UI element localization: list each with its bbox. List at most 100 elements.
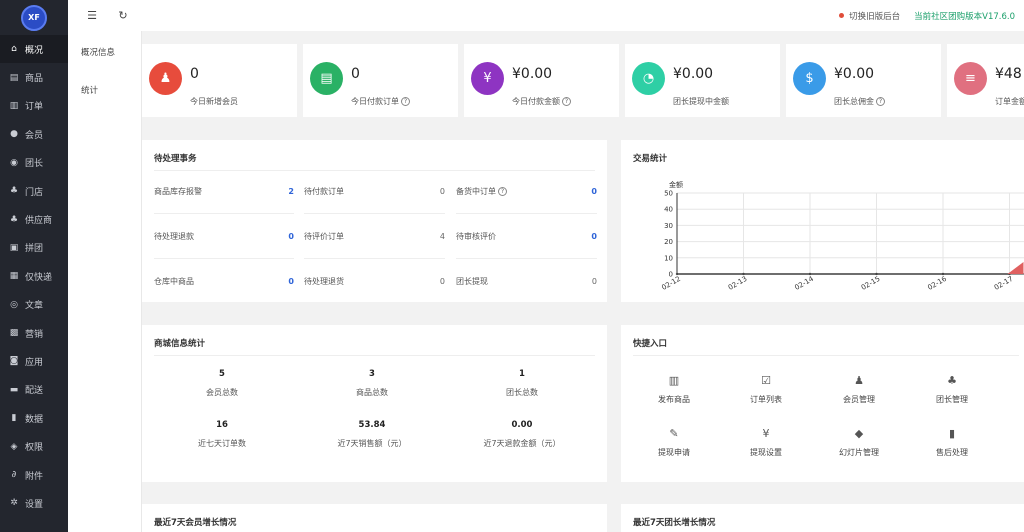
divider: [304, 213, 445, 214]
sidebar-item[interactable]: ♣ 门店: [0, 177, 68, 205]
sidebar-item[interactable]: ⌂ 概况: [0, 35, 68, 64]
attachment-icon: ∂: [11, 470, 17, 481]
refresh-icon[interactable]: ↻: [116, 9, 130, 23]
quick-entry-label: 订单列表: [750, 395, 782, 404]
divider: [154, 355, 595, 356]
stat-card[interactable]: ▤ 0 今日付款订单?: [303, 44, 458, 117]
mall-stats-title: 商城信息统计: [154, 339, 206, 349]
divider: [633, 355, 1019, 356]
help-icon[interactable]: ?: [498, 186, 507, 196]
sidebar-item-label: 数据: [25, 414, 44, 425]
quick-entry[interactable]: ◆ 幻灯片管理: [814, 425, 904, 458]
todo-item[interactable]: 团长提现 0: [456, 271, 597, 291]
switch-old-version-link[interactable]: 切换旧版后台: [849, 10, 900, 22]
todo-item[interactable]: 商品库存报警 2: [154, 181, 294, 201]
y-axis-label: 金额: [669, 180, 683, 189]
mall-stat-value: 3: [369, 369, 375, 379]
quick-entry-label: 幻灯片管理: [839, 448, 879, 457]
mall-stat: 3 商品总数: [297, 369, 447, 398]
todo-count[interactable]: 0: [440, 277, 445, 286]
help-icon[interactable]: ?: [401, 97, 410, 106]
quick-entry[interactable]: ▥ 发布商品: [629, 372, 719, 405]
quick-entry[interactable]: ♟ 会员管理: [814, 372, 904, 405]
sidebar-item-label: 供应商: [25, 216, 53, 227]
logo[interactable]: XF: [0, 0, 68, 35]
app-icon: ◙: [9, 356, 19, 367]
sidebar-item[interactable]: ▮ 数据: [0, 404, 68, 432]
list-icon: ≡: [954, 62, 987, 95]
quick-entry[interactable]: ☑ 订单列表: [721, 372, 811, 405]
todo-count[interactable]: 4: [440, 232, 445, 241]
mall-stat-label: 近七天订单数: [198, 439, 246, 448]
mall-stat-value: 1: [519, 369, 525, 379]
todo-item[interactable]: 待处理退款 0: [154, 226, 294, 246]
todo-title: 待处理事务: [154, 154, 197, 164]
divider: [154, 258, 294, 259]
main-content: ♟ 0 今日新增会员 ▤ 0 今日付款订单? ¥ ¥0.00 今日付款金额? ◔ ¥0.00 团长提现…: [142, 31, 1024, 532]
todo-count[interactable]: 0: [288, 232, 294, 241]
y-tick-label: 10: [664, 254, 673, 262]
stat-value: ¥0.00: [512, 66, 553, 82]
help-icon[interactable]: ?: [562, 97, 571, 106]
quick-entry[interactable]: ✎ 提现申请: [629, 425, 719, 458]
sidebar: XF ⌂ 概况 ▤ 商品 ▥ 订单 ● 会员 ◉ 团长 ♣ 门店 ♣ 供应商 ▣ 拼团 ▦ 仅快递 ◎ 文章 ▩ 营销 ◙ 应…: [0, 0, 68, 532]
stat-label: 团长提现中金额: [673, 96, 729, 107]
settings-icon: ✲: [10, 498, 18, 509]
subnav: 概况信息 统计: [68, 0, 142, 532]
sidebar-item[interactable]: ▩ 营销: [0, 319, 68, 347]
stat-card[interactable]: $ ¥0.00 团长总佣金?: [786, 44, 941, 117]
sidebar-item[interactable]: ● 会员: [0, 120, 68, 148]
mall-stat-value: 5: [219, 369, 225, 379]
sidebar-item[interactable]: ▥ 订单: [0, 92, 68, 120]
quick-entry[interactable]: ¥ 提现设置: [721, 425, 811, 458]
stat-card[interactable]: ≡ ¥48 订单金额: [947, 44, 1024, 117]
sidebar-item[interactable]: ◈ 权限: [0, 432, 68, 460]
subnav-item-overview[interactable]: 概况信息: [68, 33, 141, 71]
todo-count[interactable]: 0: [440, 187, 445, 196]
sidebar-item-label: 配送: [25, 386, 44, 397]
sidebar-item[interactable]: ▬ 配送: [0, 376, 68, 404]
sidebar-item[interactable]: ∂ 附件: [0, 461, 68, 489]
quick-entry[interactable]: ♣ 团长管理: [907, 372, 997, 405]
menu-toggle-icon[interactable]: ☰: [85, 9, 99, 23]
stat-label: 团长总佣金?: [834, 96, 885, 107]
todo-item[interactable]: 仓库中商品 0: [154, 271, 294, 291]
stat-card[interactable]: ♟ 0 今日新增会员: [142, 44, 297, 117]
sidebar-item[interactable]: ▦ 仅快递: [0, 262, 68, 290]
sidebar-item[interactable]: ▤ 商品: [0, 63, 68, 91]
quick-entry-title: 快捷入口: [633, 339, 668, 349]
stat-card[interactable]: ¥ ¥0.00 今日付款金额?: [464, 44, 619, 117]
leader-growth-panel: 最近7天团长增长情况: [621, 504, 1024, 532]
todo-item[interactable]: 备货中订单? 0: [456, 181, 597, 201]
todo-item[interactable]: 待付款订单 0: [304, 181, 445, 201]
todo-count[interactable]: 0: [592, 277, 597, 286]
sidebar-item-label: 会员: [25, 130, 44, 141]
todo-item[interactable]: 待审核评价 0: [456, 226, 597, 246]
stat-label-text: 团长总佣金: [834, 97, 874, 106]
subnav-item-stats[interactable]: 统计: [68, 71, 141, 109]
sidebar-item[interactable]: ♣ 供应商: [0, 205, 68, 233]
sidebar-item[interactable]: ✲ 设置: [0, 489, 68, 517]
help-icon[interactable]: ?: [876, 97, 885, 106]
users-icon: ♟: [854, 373, 864, 387]
divider: [456, 213, 597, 214]
stat-card[interactable]: ◔ ¥0.00 团长提现中金额: [625, 44, 780, 117]
stat-value: 0: [351, 66, 360, 82]
sidebar-item[interactable]: ◎ 文章: [0, 291, 68, 319]
sidebar-item-label: 门店: [25, 187, 44, 198]
todo-count[interactable]: 2: [288, 187, 294, 196]
todo-count[interactable]: 0: [591, 187, 597, 196]
todo-count[interactable]: 0: [288, 277, 294, 286]
todo-item[interactable]: 待评价订单 4: [304, 226, 445, 246]
sidebar-item[interactable]: ◉ 团长: [0, 149, 68, 177]
mall-stats-panel: 商城信息统计 5 会员总数 3 商品总数 1 团长总数 16 近七天订单数 53.84 近7天销售…: [142, 325, 607, 482]
mall-stat-value: 53.84: [358, 420, 386, 430]
stat-label: 今日付款金额?: [512, 96, 571, 107]
quick-entry[interactable]: ▮ 售后处理: [907, 425, 997, 458]
todo-count[interactable]: 0: [591, 232, 597, 241]
bars-icon: ▮: [948, 426, 956, 440]
yen-icon: ¥: [471, 62, 504, 95]
sidebar-item[interactable]: ▣ 拼团: [0, 234, 68, 262]
todo-item[interactable]: 待处理退货 0: [304, 271, 445, 291]
sidebar-item[interactable]: ◙ 应用: [0, 347, 68, 375]
